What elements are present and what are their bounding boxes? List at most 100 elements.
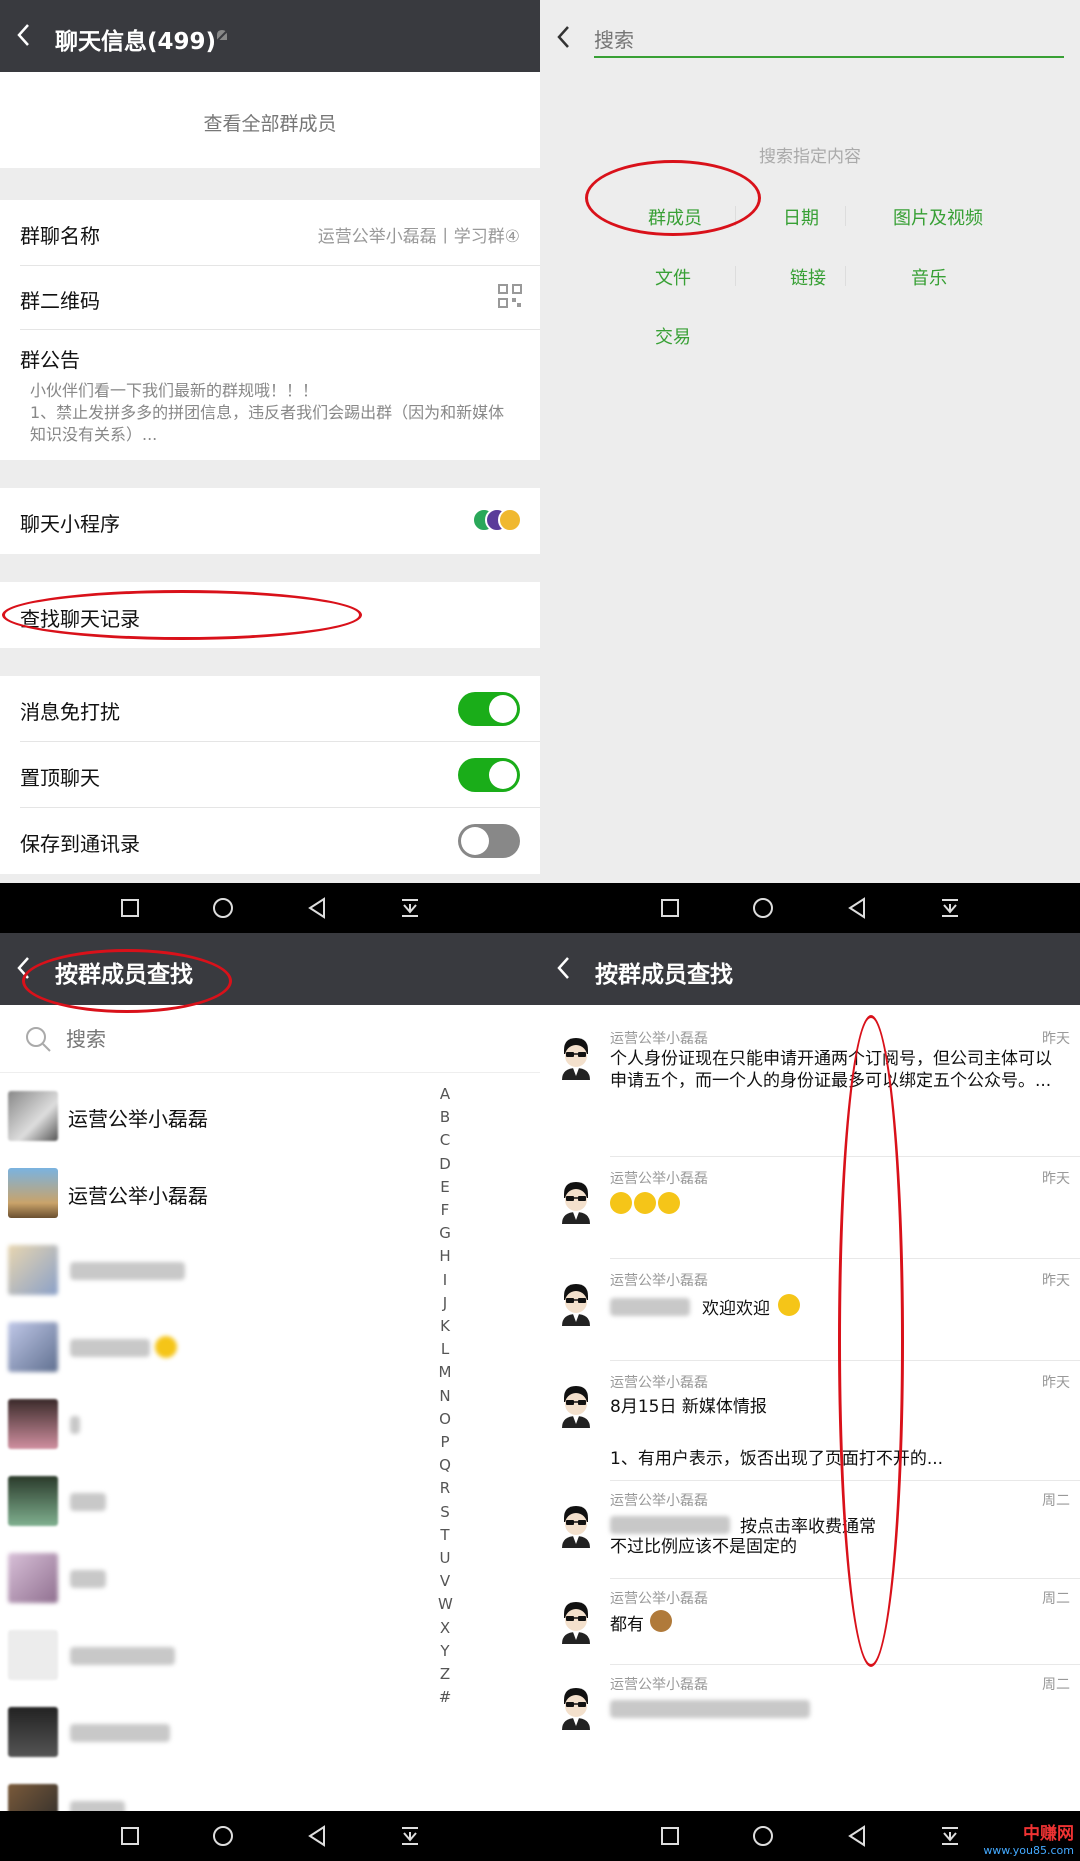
notification-pull-icon[interactable] bbox=[395, 893, 425, 923]
message-item[interactable]: 运营公举小磊磊 昨天 欢迎欢迎 bbox=[540, 1260, 1080, 1362]
alphabet-index-letter[interactable]: A bbox=[438, 1085, 452, 1103]
recent-apps-icon[interactable] bbox=[115, 893, 145, 923]
alphabet-index-letter[interactable]: R bbox=[438, 1479, 452, 1497]
nav-bar: 按群成员查找 bbox=[0, 933, 540, 1005]
option-members[interactable]: 群成员 bbox=[648, 204, 702, 230]
option-files[interactable]: 文件 bbox=[655, 264, 691, 290]
back-nav-icon[interactable] bbox=[302, 893, 332, 923]
message-item[interactable]: 运营公举小磊磊 周二 都有 bbox=[540, 1580, 1080, 1666]
back-icon[interactable] bbox=[14, 20, 44, 52]
alphabet-index-letter[interactable]: # bbox=[438, 1688, 452, 1706]
alphabet-index-letter[interactable]: N bbox=[438, 1387, 452, 1405]
alphabet-index-letter[interactable]: P bbox=[438, 1433, 452, 1451]
alphabet-index-letter[interactable]: B bbox=[438, 1108, 452, 1126]
message-item[interactable]: 运营公举小磊磊 昨天 个人身份证现在只能申请开通两个订阅号，但公司主体可以申请五… bbox=[540, 1018, 1080, 1158]
pin-toggle[interactable] bbox=[458, 758, 520, 792]
list-item[interactable] bbox=[0, 1470, 430, 1535]
alphabet-index-letter[interactable]: E bbox=[438, 1178, 452, 1196]
system-nav-bar bbox=[0, 1811, 540, 1861]
alphabet-index-letter[interactable]: C bbox=[438, 1131, 452, 1149]
message-text: 8月15日 新媒体情报 bbox=[610, 1397, 767, 1417]
search-chat-history-row[interactable]: 查找聊天记录 bbox=[0, 582, 540, 648]
alphabet-index-letter[interactable]: I bbox=[438, 1271, 452, 1289]
back-nav-icon[interactable] bbox=[302, 1821, 332, 1851]
list-item[interactable] bbox=[0, 1547, 430, 1612]
list-item[interactable] bbox=[0, 1701, 430, 1766]
recent-apps-icon[interactable] bbox=[655, 893, 685, 923]
list-item[interactable] bbox=[0, 1778, 430, 1811]
back-icon[interactable] bbox=[554, 22, 574, 52]
member-search-input[interactable] bbox=[66, 1023, 366, 1055]
alphabet-index-letter[interactable]: D bbox=[438, 1155, 452, 1173]
option-links[interactable]: 链接 bbox=[790, 264, 826, 290]
message-item[interactable]: 运营公举小磊磊 昨天 8月15日 新媒体情报 1、有用户表示，饭否出现了页面打不… bbox=[540, 1362, 1080, 1482]
back-nav-icon[interactable] bbox=[842, 893, 872, 923]
list-item[interactable] bbox=[0, 1316, 430, 1381]
message-item[interactable]: 运营公举小磊磊 昨天 bbox=[540, 1158, 1080, 1260]
alphabet-index-letter[interactable]: G bbox=[438, 1224, 452, 1242]
notification-pull-icon[interactable] bbox=[935, 893, 965, 923]
view-all-members-row[interactable]: 查看全部群成员 bbox=[0, 72, 540, 168]
mini-program-label: 聊天小程序 bbox=[20, 512, 120, 536]
option-media[interactable]: 图片及视频 bbox=[893, 204, 983, 230]
list-item[interactable] bbox=[0, 1624, 430, 1689]
list-item[interactable] bbox=[0, 1239, 430, 1304]
divider bbox=[610, 1480, 1080, 1481]
alphabet-index-letter[interactable]: L bbox=[438, 1340, 452, 1358]
save-contacts-row[interactable]: 保存到通讯录 bbox=[0, 808, 540, 874]
alphabet-index-letter[interactable]: M bbox=[438, 1363, 452, 1381]
recent-apps-icon[interactable] bbox=[655, 1821, 685, 1851]
list-item[interactable]: 运营公举小磊磊 bbox=[0, 1085, 430, 1150]
list-item[interactable] bbox=[0, 1393, 430, 1458]
avatar bbox=[8, 1168, 58, 1218]
mini-program-row[interactable]: 聊天小程序 bbox=[0, 488, 540, 554]
alphabet-index-letter[interactable]: V bbox=[438, 1572, 452, 1590]
back-icon[interactable] bbox=[554, 953, 584, 985]
back-nav-icon[interactable] bbox=[842, 1821, 872, 1851]
option-date[interactable]: 日期 bbox=[783, 204, 819, 230]
home-icon[interactable] bbox=[208, 893, 238, 923]
group-name-row[interactable]: 群聊名称 运营公举小磊磊丨学习群④ bbox=[0, 200, 540, 266]
message-item[interactable]: 运营公举小磊磊 周二 bbox=[540, 1666, 1080, 1746]
alphabet-index-letter[interactable]: U bbox=[438, 1549, 452, 1567]
sender-name: 运营公举小磊磊 bbox=[610, 1677, 708, 1693]
grin-emoji-icon bbox=[610, 1192, 632, 1214]
alphabet-index-letter[interactable]: K bbox=[438, 1317, 452, 1335]
search-bar[interactable] bbox=[0, 1005, 540, 1073]
search-input[interactable] bbox=[594, 24, 1064, 58]
qr-code-row[interactable]: 群二维码 bbox=[0, 266, 540, 330]
recent-apps-icon[interactable] bbox=[115, 1821, 145, 1851]
home-icon[interactable] bbox=[748, 893, 778, 923]
alphabet-index-letter[interactable]: Z bbox=[438, 1665, 452, 1683]
emoji-icon bbox=[155, 1336, 177, 1358]
option-music[interactable]: 音乐 bbox=[911, 264, 947, 290]
avatar bbox=[8, 1784, 58, 1811]
blurred-name bbox=[70, 1801, 125, 1811]
home-icon[interactable] bbox=[748, 1821, 778, 1851]
message-item[interactable]: 运营公举小磊磊 周二 按点击率收费通常 不过比例应该不是固定的 bbox=[540, 1482, 1080, 1580]
pin-row[interactable]: 置顶聊天 bbox=[0, 742, 540, 808]
alphabet-index-letter[interactable]: J bbox=[438, 1294, 452, 1312]
alphabet-index-letter[interactable]: S bbox=[438, 1503, 452, 1521]
notice-label: 群公告 bbox=[20, 348, 80, 372]
alphabet-index-letter[interactable]: Q bbox=[438, 1456, 452, 1474]
view-all-members-link[interactable]: 查看全部群成员 bbox=[0, 109, 540, 136]
option-transactions[interactable]: 交易 bbox=[655, 323, 691, 349]
save-contacts-toggle[interactable] bbox=[458, 824, 520, 858]
alphabet-index-letter[interactable]: H bbox=[438, 1247, 452, 1265]
alphabet-index-letter[interactable]: W bbox=[438, 1595, 453, 1613]
home-icon[interactable] bbox=[208, 1821, 238, 1851]
list-item[interactable]: 运营公举小磊磊 bbox=[0, 1162, 430, 1227]
alphabet-index-letter[interactable]: O bbox=[438, 1410, 452, 1428]
notification-pull-icon[interactable] bbox=[935, 1821, 965, 1851]
mute-toggle[interactable] bbox=[458, 692, 520, 726]
alphabet-index-letter[interactable]: X bbox=[438, 1619, 452, 1637]
alphabet-index-letter[interactable]: T bbox=[438, 1526, 452, 1544]
back-icon[interactable] bbox=[14, 953, 44, 985]
alphabet-index-letter[interactable]: F bbox=[438, 1201, 452, 1219]
alphabet-index-letter[interactable]: Y bbox=[438, 1642, 452, 1660]
notification-pull-icon[interactable] bbox=[395, 1821, 425, 1851]
mute-row[interactable]: 消息免打扰 bbox=[0, 676, 540, 742]
toggle-knob bbox=[461, 827, 489, 855]
group-notice-row[interactable]: 群公告 小伙伴们看一下我们最新的群规哦！！！ 1、禁止发拼多多的拼团信息，违反者… bbox=[0, 330, 540, 460]
